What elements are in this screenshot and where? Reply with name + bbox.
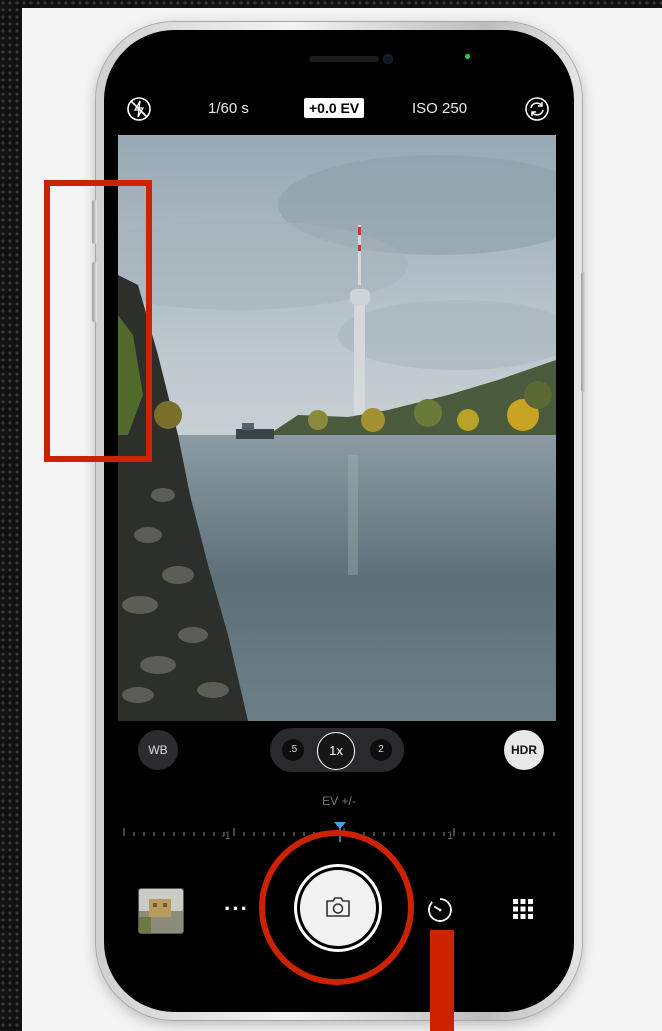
iso-value[interactable]: ISO 250 [412,100,467,117]
ev-slider-thumb-icon [334,822,346,829]
zoom-selector: .5 1x 2 [270,728,404,772]
zoom-option-1x[interactable]: 1x [317,732,355,770]
annotation-arrow-bar [430,930,454,1031]
white-balance-button[interactable]: WB [138,730,178,770]
grid-icon[interactable] [512,898,534,920]
last-photo-thumbnail[interactable] [138,888,184,934]
power-button [581,272,586,392]
ev-tick-plus-one: 1 [447,830,454,842]
front-camera [383,54,393,64]
earpiece-speaker [309,56,379,62]
exposure-value-badge[interactable]: +0.0 EV [304,98,365,118]
top-toolbar: 1/60 s +0.0 EV ISO 250 [104,94,574,124]
camera-indicator-dot [465,54,470,59]
timer-icon[interactable] [426,896,454,924]
hdr-button[interactable]: HDR [504,730,544,770]
zoom-option-half[interactable]: .5 [282,739,304,761]
zoom-option-2x[interactable]: 2 [370,739,392,761]
viewfinder-preview[interactable] [118,135,556,721]
ev-tick-minus-one: -1 [221,830,231,842]
ev-slider-label: EV +/- [322,794,356,808]
annotation-rectangle-volume-buttons [44,180,152,462]
shutter-speed[interactable]: 1/60 s [208,100,249,117]
more-options-button[interactable]: ··· [224,896,249,922]
flash-off-icon[interactable] [126,96,152,122]
annotation-circle-shutter [259,830,414,985]
camera-flip-icon[interactable] [524,96,550,122]
